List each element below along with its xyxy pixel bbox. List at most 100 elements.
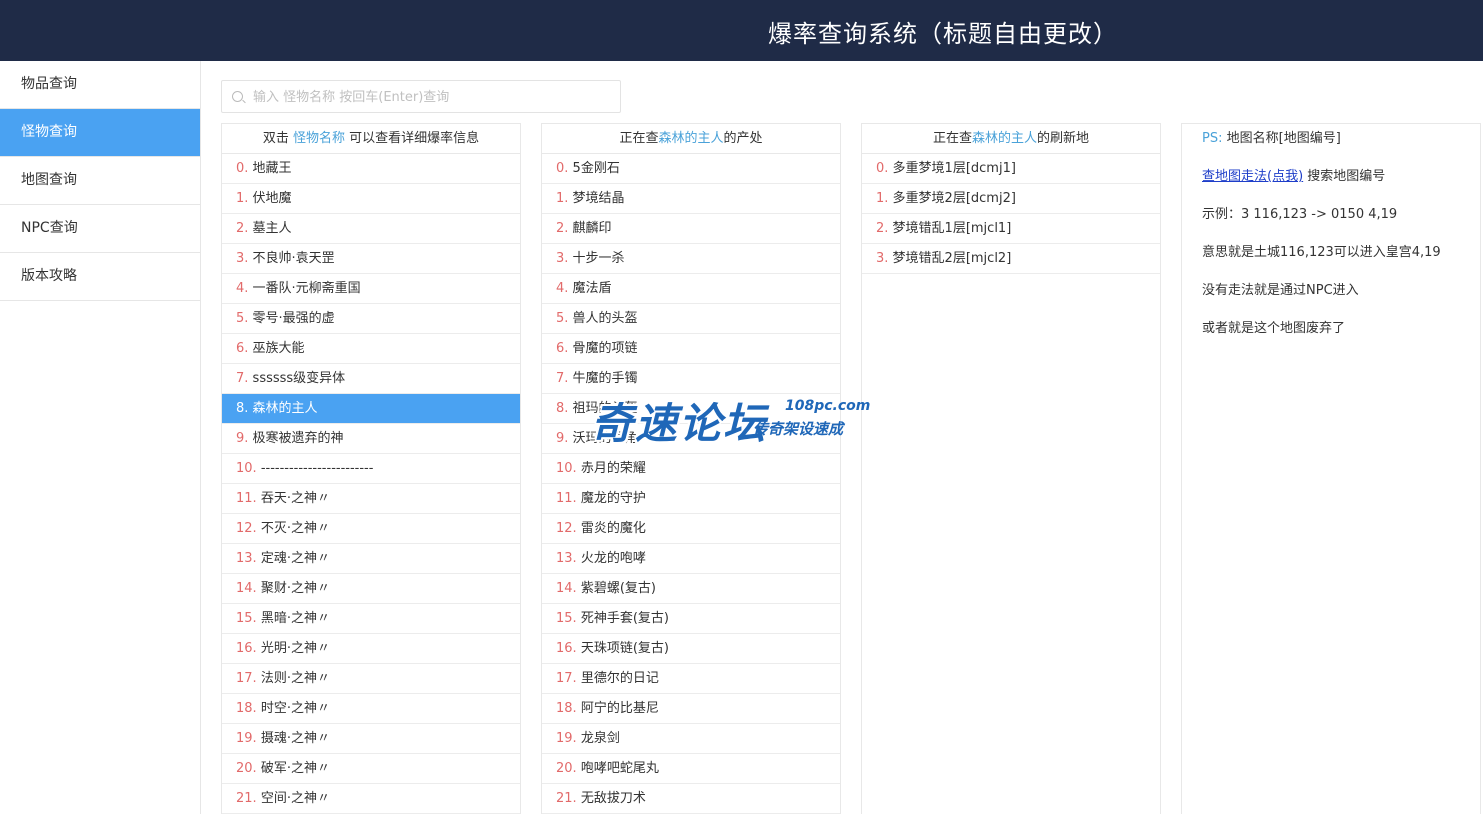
monster-list-item[interactable]: 1. 伏地魔 xyxy=(222,184,520,214)
monster-list-item[interactable]: 17. 法则·之神〃 xyxy=(222,664,520,694)
page-title: 爆率查询系统（标题自由更改） xyxy=(768,20,1118,48)
row-label: 一番队·元柳斋重国 xyxy=(252,281,361,296)
monster-list-item[interactable]: 7. ssssss级变异体 xyxy=(222,364,520,394)
drop-list-item[interactable]: 7. 牛魔的手镯 xyxy=(542,364,840,394)
monster-list-item[interactable]: 11. 吞天·之神〃 xyxy=(222,484,520,514)
map-route-line: 查地图走法(点我) 搜索地图编号 xyxy=(1202,162,1480,200)
row-index: 0. xyxy=(876,161,889,176)
drop-list-item[interactable]: 1. 梦境结晶 xyxy=(542,184,840,214)
monster-list-item[interactable]: 16. 光明·之神〃 xyxy=(222,634,520,664)
row-label: 地藏王 xyxy=(252,161,292,176)
drop-list-item[interactable]: 0. 5金刚石 xyxy=(542,154,840,184)
monster-list-item[interactable]: 4. 一番队·元柳斋重国 xyxy=(222,274,520,304)
spawn-list: 0. 多重梦境1层[dcmj1] 1. 多重梦境2层[dcmj2] 2. 梦境错乱1… xyxy=(862,154,1160,274)
spawn-list-item[interactable]: 0. 多重梦境1层[dcmj1] xyxy=(862,154,1160,184)
header-suffix: 的刷新地 xyxy=(1037,131,1090,146)
row-index: 15. xyxy=(236,611,257,626)
row-label: 5金刚石 xyxy=(572,161,620,176)
drop-list-item[interactable]: 3. 十步一杀 xyxy=(542,244,840,274)
drop-list-item[interactable]: 17. 里德尔的日记 xyxy=(542,664,840,694)
row-index: 11. xyxy=(236,491,257,506)
drop-list-item[interactable]: 11. 魔龙的守护 xyxy=(542,484,840,514)
drop-list-item[interactable]: 13. 火龙的咆哮 xyxy=(542,544,840,574)
row-index: 3. xyxy=(556,251,569,266)
monster-list-item[interactable]: 9. 极寒被遗弃的神 xyxy=(222,424,520,454)
sidebar-item-monster-query[interactable]: 怪物查询 xyxy=(0,109,200,157)
row-index: 2. xyxy=(556,221,569,236)
spawn-list-item[interactable]: 3. 梦境错乱2层[mjcl2] xyxy=(862,244,1160,274)
drop-list-item[interactable]: 5. 兽人的头盔 xyxy=(542,304,840,334)
spawn-list-item[interactable]: 1. 多重梦境2层[dcmj2] xyxy=(862,184,1160,214)
row-index: 6. xyxy=(556,341,569,356)
row-label: 墓主人 xyxy=(252,221,292,236)
row-label: 魔法盾 xyxy=(572,281,612,296)
row-label: 麒麟印 xyxy=(572,221,612,236)
abandoned-note-text: 或者就是这个地图废弃了 xyxy=(1202,321,1346,336)
monster-list-item[interactable]: 6. 巫族大能 xyxy=(222,334,520,364)
row-index: 20. xyxy=(236,761,257,776)
row-label: 不灭·之神〃 xyxy=(260,521,330,536)
monster-list-item[interactable]: 2. 墓主人 xyxy=(222,214,520,244)
drop-list-item[interactable]: 21. 无敌拔刀术 xyxy=(542,784,840,814)
sidebar-item-npc-query[interactable]: NPC查询 xyxy=(0,205,200,253)
row-label: 法则·之神〃 xyxy=(260,671,330,686)
spawn-list-item[interactable]: 2. 梦境错乱1层[mjcl1] xyxy=(862,214,1160,244)
drop-list-item[interactable]: 10. 赤月的荣耀 xyxy=(542,454,840,484)
row-label: 魔龙的守护 xyxy=(580,491,646,506)
row-index: 4. xyxy=(236,281,249,296)
row-label: 骨魔的项链 xyxy=(572,341,638,356)
row-label: 零号·最强的虚 xyxy=(252,311,335,326)
monster-list-item[interactable]: 12. 不灭·之神〃 xyxy=(222,514,520,544)
drop-list-item[interactable]: 16. 天珠项链(复古) xyxy=(542,634,840,664)
monster-list-item[interactable]: 10. ------------------------ xyxy=(222,454,520,484)
drop-list-item[interactable]: 6. 骨魔的项链 xyxy=(542,334,840,364)
row-label: 火龙的咆哮 xyxy=(580,551,646,566)
monster-list-item[interactable]: 20. 破军·之神〃 xyxy=(222,754,520,784)
drop-list-item[interactable]: 14. 紫碧螺(复古) xyxy=(542,574,840,604)
drop-list-item[interactable]: 19. 龙泉剑 xyxy=(542,724,840,754)
sidebar-item-map-query[interactable]: 地图查询 xyxy=(0,157,200,205)
monster-list-panel: 双击 怪物名称 可以查看详细爆率信息 0. 地藏王 1. 伏地魔 2. 墓主人 3. … xyxy=(221,123,521,814)
search-input[interactable] xyxy=(253,87,613,107)
drop-list-item[interactable]: 9. 沃玛的号角 xyxy=(542,424,840,454)
ps-line: PS: 地图名称[地图编号] xyxy=(1202,124,1480,162)
row-index: 9. xyxy=(556,431,569,446)
row-index: 6. xyxy=(236,341,249,356)
ps-label: PS: xyxy=(1202,131,1223,146)
drop-list-item[interactable]: 15. 死神手套(复古) xyxy=(542,604,840,634)
monster-list-item[interactable]: 19. 摄魂·之神〃 xyxy=(222,724,520,754)
monster-list-item[interactable]: 8. 森林的主人 xyxy=(222,394,520,424)
sidebar-item-guide[interactable]: 版本攻略 xyxy=(0,253,200,301)
drop-list-item[interactable]: 12. 雷炎的魔化 xyxy=(542,514,840,544)
monster-list-item[interactable]: 3. 不良帅·袁天罡 xyxy=(222,244,520,274)
monster-list-item[interactable]: 21. 空间·之神〃 xyxy=(222,784,520,814)
row-label: ssssss级变异体 xyxy=(252,371,346,386)
monster-list-item[interactable]: 5. 零号·最强的虚 xyxy=(222,304,520,334)
drop-list-item[interactable]: 4. 魔法盾 xyxy=(542,274,840,304)
monster-list-item[interactable]: 13. 定魂·之神〃 xyxy=(222,544,520,574)
monster-list-item[interactable]: 18. 时空·之神〃 xyxy=(222,694,520,724)
row-label: 梦境结晶 xyxy=(572,191,625,206)
row-label: 定魂·之神〃 xyxy=(260,551,330,566)
row-label: 死神手套(复古) xyxy=(580,611,669,626)
npc-note-text: 没有走法就是通过NPC进入 xyxy=(1202,283,1359,298)
row-index: 14. xyxy=(236,581,257,596)
row-index: 7. xyxy=(236,371,249,386)
drop-list-item[interactable]: 20. 咆哮吧蛇尾丸 xyxy=(542,754,840,784)
row-index: 1. xyxy=(556,191,569,206)
row-index: 16. xyxy=(236,641,257,656)
row-label: 阿宁的比基尼 xyxy=(580,701,659,716)
row-label: 十步一杀 xyxy=(572,251,625,266)
row-label: 伏地魔 xyxy=(252,191,292,206)
drop-list-item[interactable]: 8. 祖玛的头盔 xyxy=(542,394,840,424)
map-route-link[interactable]: 查地图走法(点我) xyxy=(1202,169,1303,184)
monster-list-item[interactable]: 14. 聚财·之神〃 xyxy=(222,574,520,604)
sidebar-item-item-query[interactable]: 物品查询 xyxy=(0,61,200,109)
header-prefix: 正在查 xyxy=(932,131,972,146)
monster-list-item[interactable]: 0. 地藏王 xyxy=(222,154,520,184)
drop-list-item[interactable]: 18. 阿宁的比基尼 xyxy=(542,694,840,724)
row-index: 9. xyxy=(236,431,249,446)
drop-list-item[interactable]: 2. 麒麟印 xyxy=(542,214,840,244)
monster-list-item[interactable]: 15. 黑暗·之神〃 xyxy=(222,604,520,634)
header-highlight: 森林的主人 xyxy=(971,131,1037,146)
